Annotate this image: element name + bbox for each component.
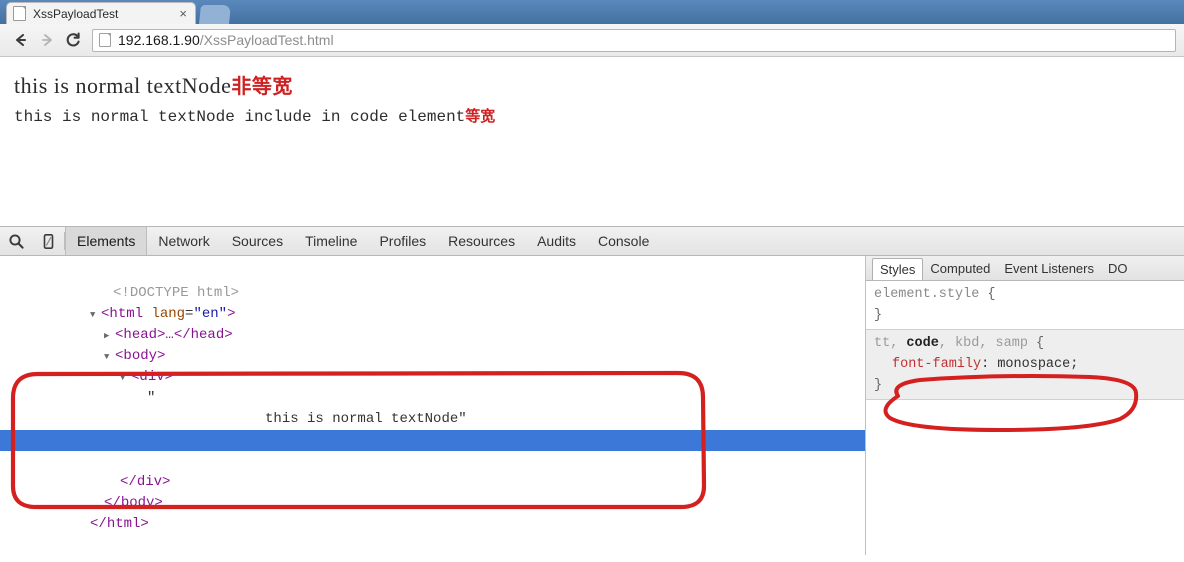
styles-sidebar: Styles Computed Event Listeners DO eleme… [866, 256, 1184, 555]
tab-timeline-label: Timeline [305, 233, 358, 249]
tab-elements-label: Elements [77, 233, 136, 249]
tab-console[interactable]: Console [587, 227, 660, 255]
dom-row[interactable]: " [0, 367, 865, 406]
page-text-normal-mark: 非等宽 [231, 74, 293, 98]
tab-title: XssPayloadTest [33, 6, 119, 21]
tab-audits-label: Audits [537, 233, 576, 249]
tab-event-listeners[interactable]: Event Listeners [997, 256, 1101, 280]
new-tab-button[interactable] [199, 5, 231, 24]
tab-audits[interactable]: Audits [526, 227, 587, 255]
style-selector-part-matched: code [906, 336, 939, 351]
dom-tree-pane[interactable]: <!DOCTYPE html> <html lang="en"> <head>…… [0, 256, 865, 555]
devtools-tablist: Elements Network Sources Timeline Profil… [65, 227, 1184, 255]
browser-window: XssPayloadTest × 192.168.1.90/XssPayload… [0, 0, 1184, 562]
tab-profiles-label: Profiles [379, 233, 427, 249]
dom-row[interactable]: </div> [0, 451, 865, 490]
tab-dom-breakpoints-label: DO [1108, 260, 1128, 276]
dom-tag: </html> [90, 516, 149, 532]
page-icon [99, 33, 111, 47]
tab-resources[interactable]: Resources [437, 227, 526, 255]
devtools-panel: Elements Network Sources Timeline Profil… [0, 226, 1184, 556]
dom-row[interactable]: </body> [0, 472, 865, 511]
style-property-semicolon: ; [1070, 357, 1079, 372]
browser-toolbar: 192.168.1.90/XssPayloadTest.html [0, 24, 1184, 57]
page-text-code: this is normal textNode include in code … [14, 105, 495, 126]
page-text-normal: this is normal textNode非等宽 [14, 70, 293, 99]
devtools-body: <!DOCTYPE html> <html lang="en"> <head>…… [0, 256, 1184, 555]
devtools-toolbar: Elements Network Sources Timeline Profil… [0, 227, 1184, 256]
page-text-code-mark: 等宽 [465, 107, 496, 125]
dom-row[interactable]: this is normal textNode" [0, 388, 865, 427]
tab-network[interactable]: Network [147, 227, 220, 255]
style-property-value[interactable]: monospace [997, 357, 1070, 372]
style-rule-close-brace: } [874, 378, 883, 393]
tab-sources[interactable]: Sources [221, 227, 294, 255]
style-rule-user-agent[interactable]: tt, code, kbd, samp { font-family: monos… [866, 330, 1184, 400]
tab-dom-breakpoints[interactable]: DO [1101, 256, 1135, 280]
style-rule-selector: element.style [874, 287, 980, 302]
dom-row[interactable]: </html> [0, 493, 865, 532]
tab-sources-label: Sources [231, 233, 284, 249]
page-text-code-value: this is normal textNode include in code … [14, 108, 466, 126]
forward-arrow-icon[interactable] [34, 27, 60, 53]
reload-icon[interactable] [60, 27, 86, 53]
style-selector-part-unmatched: tt, [874, 336, 907, 351]
device-toggle-icon[interactable] [32, 227, 64, 255]
url-path: /XssPayloadTest.html [199, 32, 334, 48]
page-text-normal-value: this is normal textNode [14, 73, 232, 98]
dom-row[interactable]: <html lang="en"> [0, 283, 865, 322]
url-host: 192.168.1.90 [118, 32, 200, 48]
tab-computed[interactable]: Computed [923, 256, 997, 280]
browser-tab-xsspayloadtest[interactable]: XssPayloadTest × [6, 2, 196, 24]
dom-row[interactable]: <body> [0, 325, 865, 364]
dom-row[interactable]: <!DOCTYPE html> [0, 262, 865, 301]
tab-strip: XssPayloadTest × [0, 0, 1184, 24]
tab-profiles[interactable]: Profiles [368, 227, 437, 255]
search-icon[interactable] [0, 227, 32, 255]
tab-resources-label: Resources [448, 233, 516, 249]
back-arrow-icon[interactable] [8, 27, 34, 53]
tab-console-label: Console [598, 233, 650, 249]
tab-elements[interactable]: Elements [65, 227, 148, 255]
style-rule-open-brace: { [979, 287, 996, 302]
style-property-name[interactable]: font-family [892, 357, 981, 372]
style-rule-open-brace: { [1027, 336, 1045, 351]
address-bar[interactable]: 192.168.1.90/XssPayloadTest.html [92, 28, 1176, 52]
tab-event-listeners-label: Event Listeners [1004, 260, 1094, 276]
styles-tablist: Styles Computed Event Listeners DO [866, 256, 1184, 281]
dom-row[interactable]: <br> [0, 409, 865, 448]
tab-computed-label: Computed [930, 260, 991, 276]
style-rule-close-brace: } [874, 308, 883, 323]
tab-timeline[interactable]: Timeline [294, 227, 368, 255]
style-property-colon: : [981, 357, 998, 372]
page-viewport: this is normal textNode非等宽 this is norma… [0, 57, 1184, 226]
tab-styles-label: Styles [880, 262, 916, 277]
tab-network-label: Network [158, 233, 210, 249]
dom-row[interactable]: <div> [0, 346, 865, 385]
tab-styles[interactable]: Styles [872, 258, 924, 280]
page-icon [13, 6, 26, 21]
dom-row-selected-code[interactable]: <code>this is normal textNode include in… [0, 430, 865, 469]
style-selector-part-unmatched: , kbd, samp [938, 336, 1028, 351]
close-icon[interactable]: × [177, 7, 189, 20]
dom-row[interactable]: <head>…</head> [0, 304, 865, 343]
style-rule-element-style[interactable]: element.style { } [866, 281, 1184, 330]
